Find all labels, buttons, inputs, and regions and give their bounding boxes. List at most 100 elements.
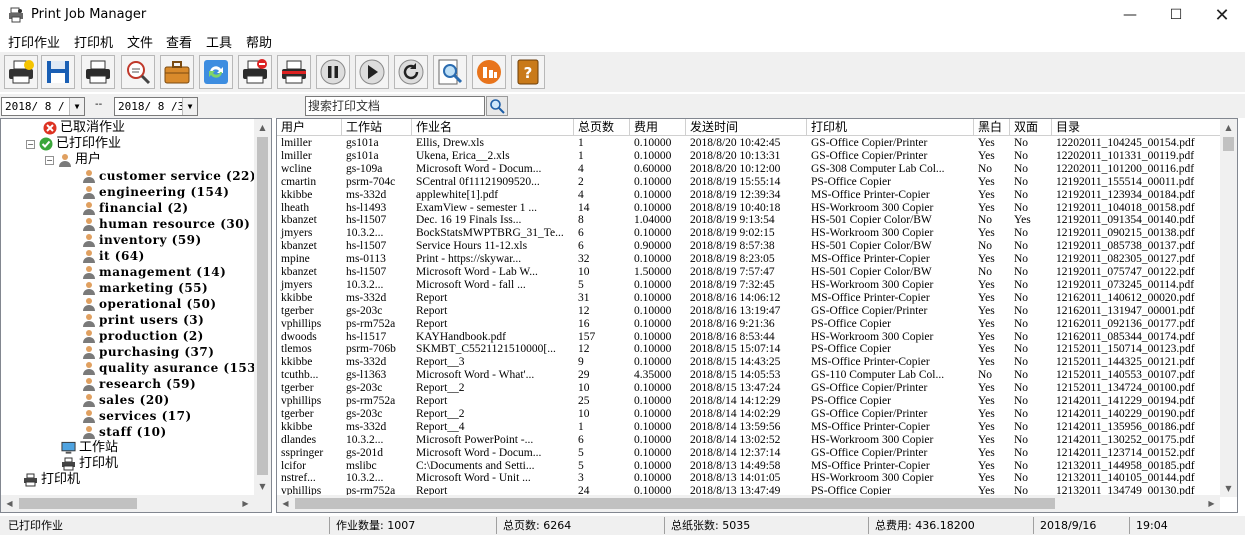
table-row[interactable]: cmartin psrm-704c SCentral 0f11121909520..… [277,176,1222,189]
scroll-right-icon[interactable]: ▶ [1203,495,1220,512]
scroll-thumb[interactable] [257,137,268,475]
menu-help[interactable]: 帮助 [246,32,272,51]
tree-vertical-scrollbar[interactable]: ▲ ▼ [254,119,271,495]
table-row[interactable]: dlandes 10.3.2... Microsoft PowerPoint -..… [277,434,1222,447]
table-row[interactable]: kbanzet hs-l1507 Microsoft Word - Lab W...… [277,266,1222,279]
search-input[interactable]: 搜索打印文档 [305,96,485,116]
table-vertical-scrollbar[interactable]: ▲ ▼ [1220,119,1237,497]
tree-node-department[interactable]: financial (2) [81,200,189,216]
column-header-workstation[interactable]: 工作站 [342,119,412,136]
tree-node-department[interactable]: services (17) [81,408,192,424]
new-print-job-button[interactable] [4,55,38,89]
table-row[interactable]: kkibbe ms-332d Report__3 9 0.10000 2018/8/15 … [277,356,1222,369]
print-button[interactable] [81,55,115,89]
archive-button[interactable] [160,55,194,89]
report-button[interactable] [472,55,506,89]
tree-node-department[interactable]: research (59) [81,376,196,392]
tree-node-department[interactable]: marketing (55) [81,280,208,296]
save-button[interactable] [41,55,75,89]
tree-node-department[interactable]: quality asurance (153) [81,360,262,376]
scroll-right-icon[interactable]: ▶ [237,495,254,512]
column-header-printer[interactable]: 打印机 [807,119,974,136]
column-header-file[interactable]: 目录 [1052,119,1222,136]
table-row[interactable]: sspringer gs-201d Microsoft Word - Docum..… [277,447,1222,460]
column-header-user[interactable]: 用户 [277,119,342,136]
column-header-sent-time[interactable]: 发送时间 [686,119,807,136]
scroll-left-icon[interactable]: ◀ [277,495,294,512]
table-row[interactable]: vphillips ps-rm752a Report 25 0.10000 2018/8/… [277,395,1222,408]
scroll-up-icon[interactable]: ▲ [254,119,271,136]
table-row[interactable]: kkibbe ms-332d Report__4 1 0.10000 2018/8/14 … [277,421,1222,434]
tree-node-department[interactable]: staff (10) [81,424,167,440]
table-row[interactable]: kbanzet hs-l1507 Service Hours 11-12.xls 6 0… [277,240,1222,253]
close-button[interactable]: ✕ [1199,0,1245,30]
tree-node-printers[interactable]: 打印机 [23,472,80,488]
tree-node-department[interactable]: customer service (22) [81,168,256,184]
cancel-job-button[interactable] [277,55,311,89]
column-header-bw[interactable]: 黑白 [974,119,1010,136]
tree-node-department[interactable]: purchasing (37) [81,344,214,360]
tree-node-department[interactable]: inventory (59) [81,232,202,248]
refresh-button[interactable] [199,55,233,89]
table-row[interactable]: tgerber gs-203c Report__2 10 0.10000 2018/8/1… [277,382,1222,395]
tree-node-printers-sub[interactable]: 打印机 [61,456,118,472]
table-row[interactable]: nstref... 10.3.2... Microsoft Word - Unit … [277,472,1222,485]
scroll-up-icon[interactable]: ▲ [1220,119,1237,136]
minimize-button[interactable]: — [1107,0,1153,30]
tree-node-workstations[interactable]: 工作站 [61,440,118,456]
table-row[interactable]: lcifor mslibc C:\Documents and Setti... 5 0.… [277,460,1222,473]
column-header-duplex[interactable]: 双面 [1010,119,1052,136]
table-row[interactable]: dwoods hs-l1517 KAYHandbook.pdf 157 0.10000 2… [277,331,1222,344]
column-header-cost[interactable]: 费用 [630,119,686,136]
table-row[interactable]: lheath hs-l1493 ExamView - semester 1 ... 1… [277,202,1222,215]
date-from-picker[interactable]: 2018/ 8 / 1 ▼ [1,97,85,116]
table-row[interactable]: lmiller gs101a Ellis, Drew.xls 1 0.10000 2018… [277,137,1222,150]
delete-job-button[interactable] [238,55,272,89]
tree-node-department[interactable]: print users (3) [81,312,204,328]
table-row[interactable]: tcuthb... gs-l1363 Microsoft Word - What'.… [277,369,1222,382]
tree-horizontal-scrollbar[interactable]: ◀ ▶ [1,495,271,512]
tree-node-users[interactable]: − 用户 [45,152,101,168]
table-row[interactable]: tgerber gs-203c Report 12 0.10000 2018/8/16 1… [277,305,1222,318]
chevron-down-icon[interactable]: ▼ [69,98,84,115]
table-row[interactable]: kkibbe ms-332d Report 31 0.10000 2018/8/16 14… [277,292,1222,305]
pause-button[interactable] [316,55,350,89]
scroll-thumb[interactable] [19,498,137,509]
table-row[interactable]: mpine ms-0113 Print - https://skywar... 32 0… [277,253,1222,266]
table-row[interactable]: lmiller gs101a Ukena, Erica__2.xls 1 0.10000… [277,150,1222,163]
tree-node-department[interactable]: it (64) [81,248,145,264]
tree-node-department[interactable]: production (2) [81,328,204,344]
chevron-down-icon[interactable]: ▼ [182,98,197,115]
column-header-pages[interactable]: 总页数 [574,119,630,136]
maximize-button[interactable]: ☐ [1153,0,1199,30]
scroll-thumb[interactable] [1223,137,1234,151]
resume-button[interactable] [355,55,389,89]
tree-node-department[interactable]: sales (20) [81,392,170,408]
tree-node-department[interactable]: human resource (30) [81,216,250,232]
menu-view[interactable]: 查看 [166,32,192,51]
table-row[interactable]: kkibbe ms-332d applewhite[1].pdf 4 0.10000 20… [277,189,1222,202]
table-row[interactable]: vphillips ps-rm752a Report 16 0.10000 2018/8/… [277,318,1222,331]
table-row[interactable]: jmyers 10.3.2... BockStatsMWPTBRG_31_Te...… [277,227,1222,240]
tree-node-department[interactable]: management (14) [81,264,226,280]
help-button[interactable]: ? [511,55,545,89]
column-header-job-name[interactable]: 作业名 [412,119,574,136]
scroll-thumb[interactable] [295,498,1055,509]
table-row[interactable]: wcline gs-109a Microsoft Word - Docum... 4 0… [277,163,1222,176]
table-row[interactable]: tgerber gs-203c Report__2 10 0.10000 2018/8/1… [277,408,1222,421]
scroll-down-icon[interactable]: ▼ [1220,480,1237,497]
search-button[interactable] [486,96,508,116]
scroll-down-icon[interactable]: ▼ [254,478,271,495]
collapse-icon[interactable]: − [45,155,54,165]
table-row[interactable]: jmyers 10.3.2... Microsoft Word - fall ...… [277,279,1222,292]
restart-button[interactable] [394,55,428,89]
preview-button[interactable] [121,55,155,89]
date-to-picker[interactable]: 2018/ 8 /31 ▼ [114,97,198,116]
tree-node-department[interactable]: engineering (154) [81,184,229,200]
tree-node-department[interactable]: operational (50) [81,296,217,312]
menu-printers[interactable]: 打印机 [74,32,113,51]
table-row[interactable]: tlemos psrm-706b SKMBT_C5521121510000[... 1… [277,343,1222,356]
menu-tools[interactable]: 工具 [206,32,232,51]
scroll-left-icon[interactable]: ◀ [1,495,18,512]
search-page-button[interactable] [433,55,467,89]
